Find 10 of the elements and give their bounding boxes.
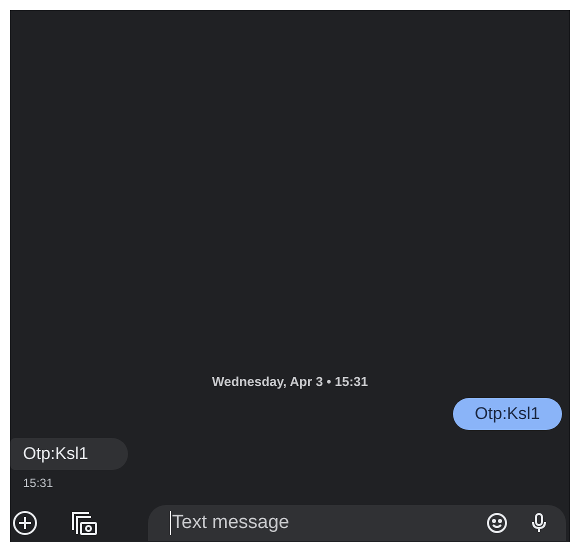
date-header: Wednesday, Apr 3 • 15:31 <box>210 374 370 389</box>
message-time: 15:31 <box>23 476 54 490</box>
add-icon[interactable] <box>12 510 38 536</box>
message-composer[interactable]: Text message <box>148 505 566 541</box>
message-bubble: Otp:Ksl1 <box>10 438 128 470</box>
microphone-icon[interactable] <box>530 512 548 534</box>
message-field[interactable]: Text message <box>170 511 464 535</box>
gallery-icon[interactable] <box>70 510 98 536</box>
emoji-icon[interactable] <box>486 512 508 534</box>
message-bubble: Otp:Ksl1 <box>452 398 562 430</box>
